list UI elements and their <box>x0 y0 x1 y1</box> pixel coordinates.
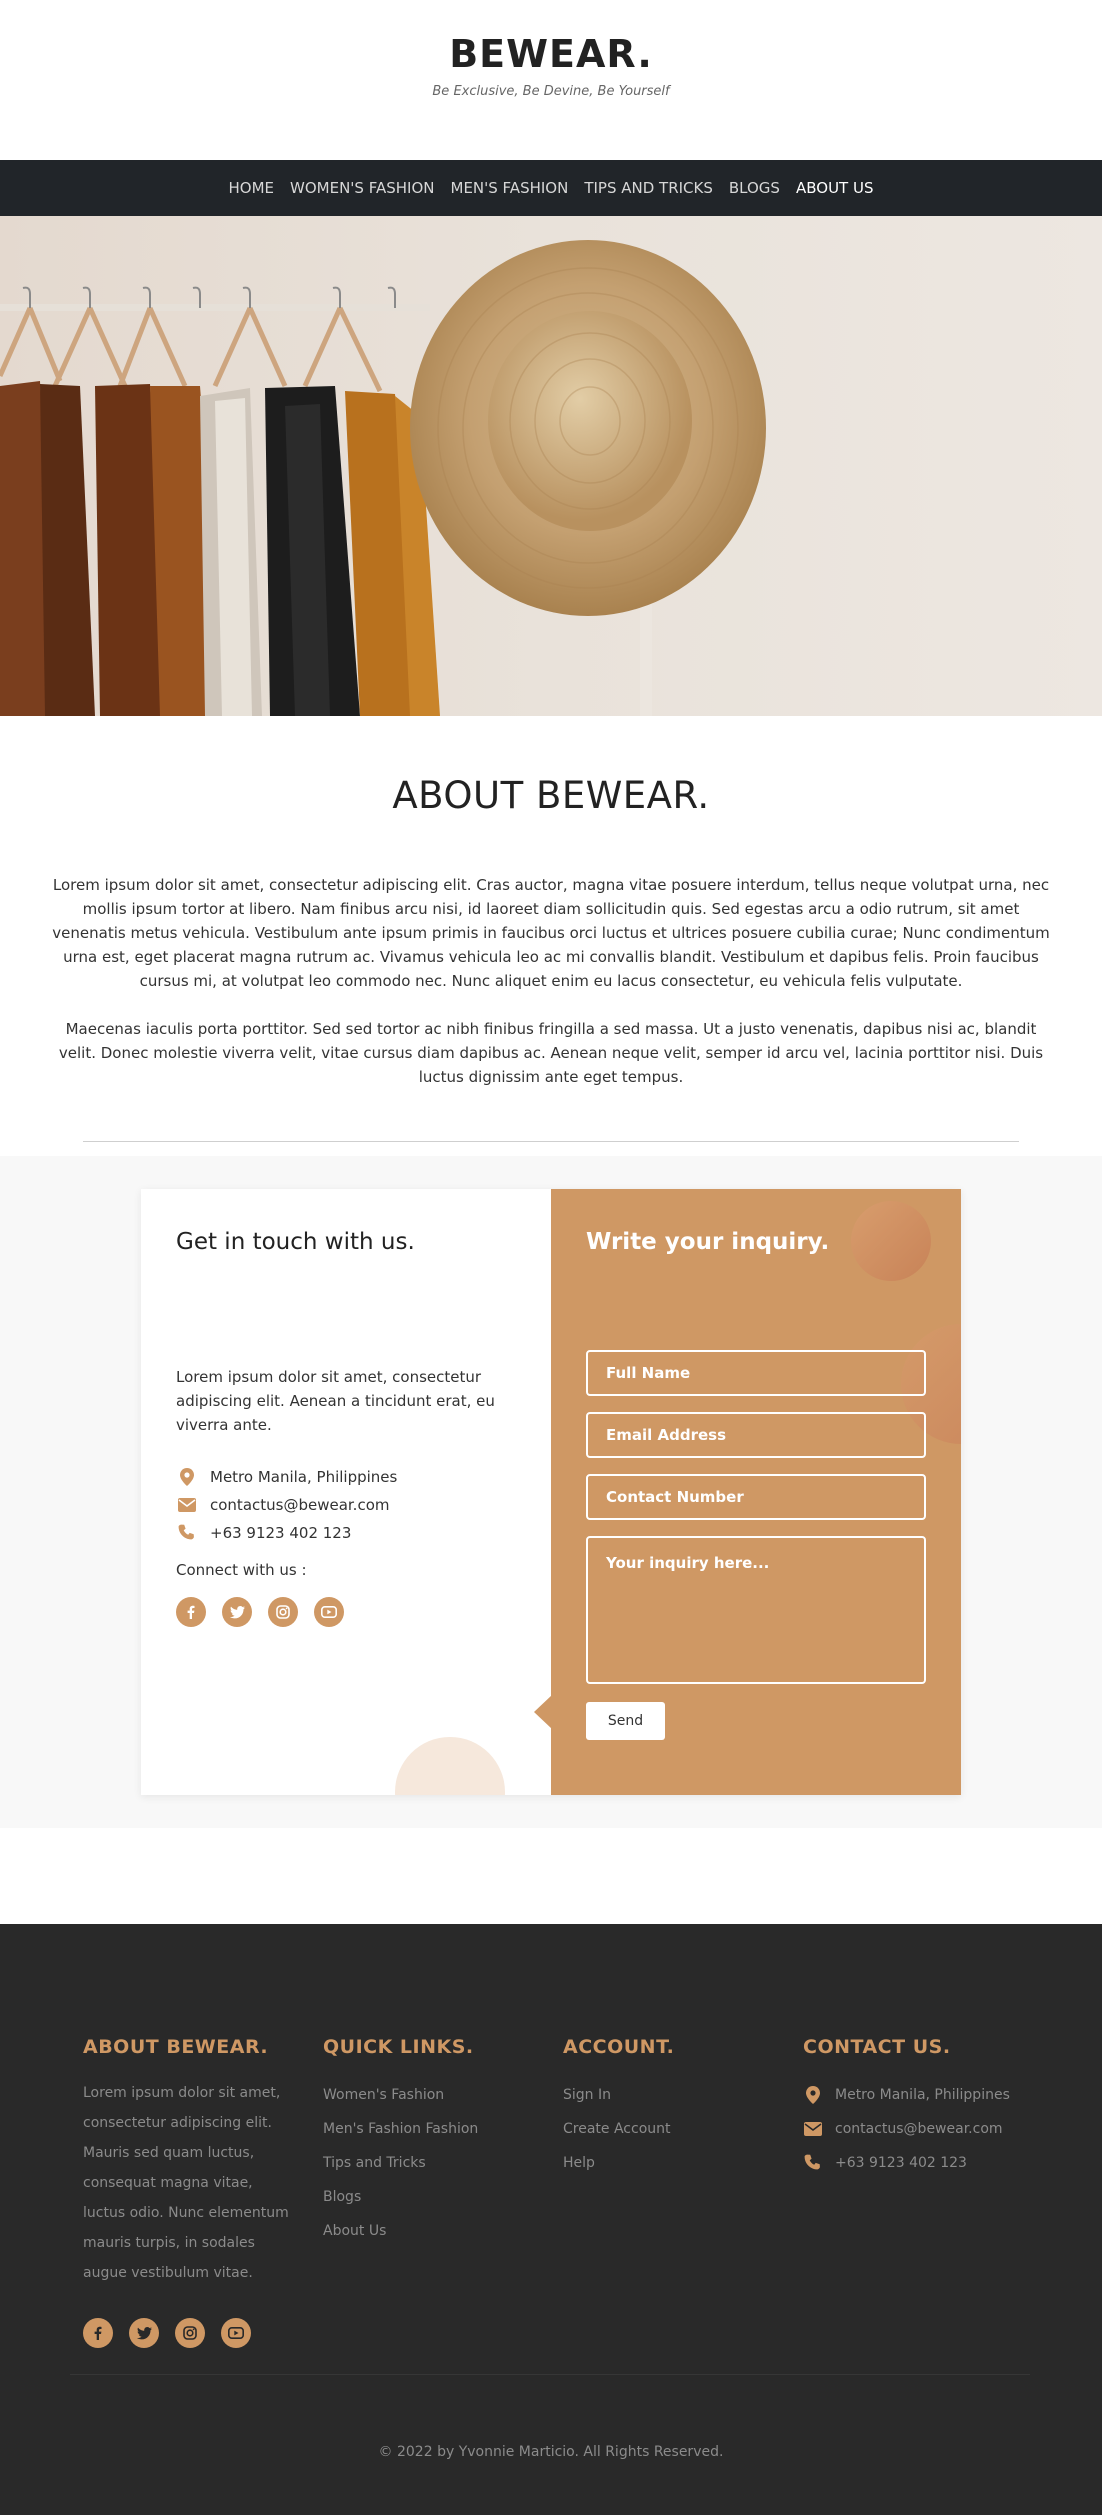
nav-mens-fashion[interactable]: MEN'S FASHION <box>451 179 569 197</box>
phone-icon <box>176 1523 198 1543</box>
footer-address-text: Metro Manila, Philippines <box>835 2087 1010 2103</box>
contact-info-panel: Get in touch with us. Lorem ipsum dolor … <box>141 1189 552 1795</box>
nav-womens-fashion[interactable]: WOMEN'S FASHION <box>290 179 434 197</box>
footer-link-mens-fashion[interactable]: Men's Fashion Fashion <box>323 2112 563 2146</box>
nav-home[interactable]: HOME <box>229 179 275 197</box>
map-pin-icon <box>176 1467 198 1487</box>
footer-email[interactable]: contactus@bewear.com <box>803 2112 1043 2146</box>
footer-phone[interactable]: +63 9123 402 123 <box>803 2146 1043 2180</box>
map-pin-icon <box>803 2086 823 2104</box>
footer-divider <box>70 2374 1030 2375</box>
hero-image <box>0 216 1102 716</box>
footer-link-tips-and-tricks[interactable]: Tips and Tricks <box>323 2146 563 2180</box>
contact-address: Metro Manila, Philippines <box>176 1463 516 1491</box>
contact-number-field[interactable]: Contact Number <box>586 1474 926 1520</box>
footer-account: ACCOUNT. Sign In Create Account Help <box>563 2036 803 2348</box>
site-header: BEWEAR. Be Exclusive, Be Devine, Be Your… <box>0 0 1102 160</box>
footer-contact: CONTACT US. Metro Manila, Philippines co… <box>803 2036 1043 2348</box>
decorative-notch <box>534 1695 552 1729</box>
about-paragraph-1: Lorem ipsum dolor sit amet, consectetur … <box>52 876 1050 990</box>
contact-heading: Get in touch with us. <box>176 1229 415 1255</box>
contact-email[interactable]: contactus@bewear.com <box>176 1491 516 1519</box>
facebook-icon[interactable] <box>83 2318 113 2348</box>
youtube-icon[interactable] <box>314 1597 344 1627</box>
footer-about-title: ABOUT BEWEAR. <box>83 2036 269 2058</box>
decorative-circle <box>395 1737 505 1795</box>
footer-social-links <box>83 2318 323 2348</box>
instagram-icon[interactable] <box>268 1597 298 1627</box>
footer-quick-links-title: QUICK LINKS. <box>323 2036 474 2058</box>
about-text: Lorem ipsum dolor sit amet, consectetur … <box>46 873 1056 1089</box>
nav-about-us[interactable]: ABOUT US <box>796 179 874 197</box>
site-footer: ABOUT BEWEAR. Lorem ipsum dolor sit amet… <box>0 1924 1102 2515</box>
brand-logo[interactable]: BEWEAR. <box>0 32 1102 76</box>
phone-icon <box>803 2154 823 2172</box>
about-paragraph-2: Maecenas iaculis porta porttitor. Sed se… <box>58 1020 1044 1086</box>
inquiry-heading: Write your inquiry. <box>586 1229 830 1255</box>
footer-link-help[interactable]: Help <box>563 2146 803 2180</box>
connect-label: Connect with us : <box>176 1561 307 1579</box>
facebook-icon[interactable] <box>176 1597 206 1627</box>
full-name-field[interactable]: Full Name <box>586 1350 926 1396</box>
contact-card: Get in touch with us. Lorem ipsum dolor … <box>141 1189 961 1795</box>
envelope-icon <box>803 2122 823 2136</box>
contact-phone[interactable]: +63 9123 402 123 <box>176 1519 516 1547</box>
twitter-icon[interactable] <box>222 1597 252 1627</box>
footer-account-title: ACCOUNT. <box>563 2036 675 2058</box>
copyright: © 2022 by Yvonnie Marticio. All Rights R… <box>378 2444 724 2460</box>
footer-address: Metro Manila, Philippines <box>803 2078 1043 2112</box>
contact-description: Lorem ipsum dolor sit amet, consectetur … <box>176 1368 495 1434</box>
contact-phone-text: +63 9123 402 123 <box>210 1524 352 1542</box>
inquiry-form-panel: Write your inquiry. Full Name Email Addr… <box>551 1189 961 1795</box>
section-divider <box>83 1141 1019 1142</box>
footer-quick-links: QUICK LINKS. Women's Fashion Men's Fashi… <box>323 2036 563 2348</box>
footer-about-text: Lorem ipsum dolor sit amet, consectetur … <box>83 2085 289 2281</box>
account-links-list: Sign In Create Account Help <box>563 2078 803 2180</box>
footer-contact-title: CONTACT US. <box>803 2036 951 2058</box>
contact-social-links <box>176 1597 516 1627</box>
nav-tips-and-tricks[interactable]: TIPS AND TRICKS <box>584 179 713 197</box>
footer-link-about-us[interactable]: About Us <box>323 2214 563 2248</box>
email-field[interactable]: Email Address <box>586 1412 926 1458</box>
footer-contact-list: Metro Manila, Philippines contactus@bewe… <box>803 2078 1043 2180</box>
quick-links-list: Women's Fashion Men's Fashion Fashion Ti… <box>323 2078 563 2248</box>
clothes-rack-with-hat-illustration <box>0 240 766 716</box>
footer-email-text: contactus@bewear.com <box>835 2121 1003 2137</box>
contact-section: Get in touch with us. Lorem ipsum dolor … <box>0 1156 1102 1828</box>
contact-info-list: Metro Manila, Philippines contactus@bewe… <box>176 1463 516 1547</box>
envelope-icon <box>176 1495 198 1515</box>
instagram-icon[interactable] <box>175 2318 205 2348</box>
footer-link-blogs[interactable]: Blogs <box>323 2180 563 2214</box>
contact-email-text: contactus@bewear.com <box>210 1496 390 1514</box>
footer-columns: ABOUT BEWEAR. Lorem ipsum dolor sit amet… <box>83 2036 1043 2348</box>
main-nav: HOME WOMEN'S FASHION MEN'S FASHION TIPS … <box>0 160 1102 216</box>
twitter-icon[interactable] <box>129 2318 159 2348</box>
youtube-icon[interactable] <box>221 2318 251 2348</box>
footer-phone-text: +63 9123 402 123 <box>835 2155 967 2171</box>
contact-address-text: Metro Manila, Philippines <box>210 1468 398 1486</box>
footer-link-sign-in[interactable]: Sign In <box>563 2078 803 2112</box>
inquiry-textarea[interactable]: Your inquiry here... <box>586 1536 926 1684</box>
about-section: ABOUT BEWEAR. Lorem ipsum dolor sit amet… <box>0 716 1102 1142</box>
about-title: ABOUT BEWEAR. <box>392 774 710 817</box>
footer-link-create-account[interactable]: Create Account <box>563 2112 803 2146</box>
inquiry-form: Full Name Email Address Contact Number Y… <box>586 1350 926 1740</box>
send-button[interactable]: Send <box>586 1702 665 1740</box>
footer-link-womens-fashion[interactable]: Women's Fashion <box>323 2078 563 2112</box>
nav-blogs[interactable]: BLOGS <box>729 179 780 197</box>
footer-about: ABOUT BEWEAR. Lorem ipsum dolor sit amet… <box>83 2036 323 2348</box>
tagline: Be Exclusive, Be Devine, Be Yourself <box>432 84 670 99</box>
